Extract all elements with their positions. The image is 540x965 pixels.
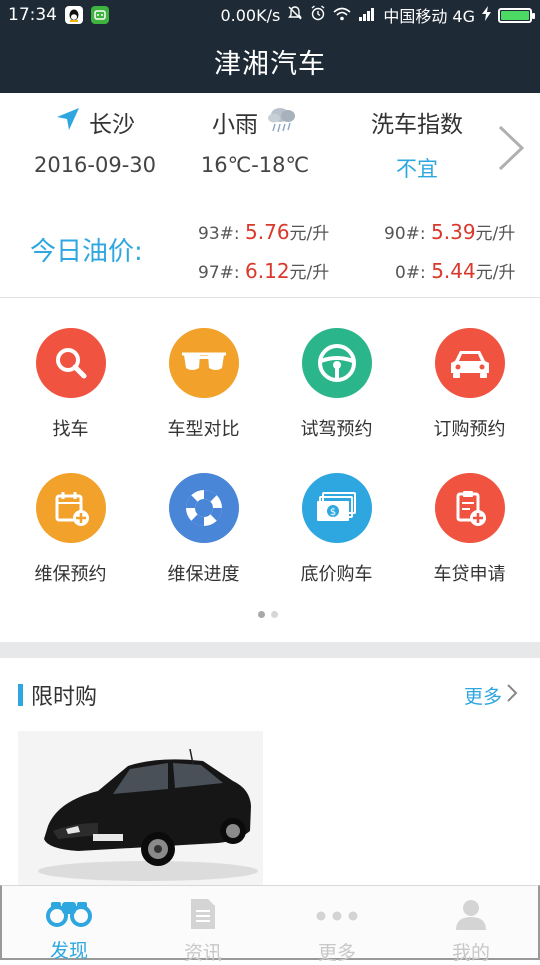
tab-more[interactable]: 更多 [270, 886, 404, 964]
oil-price-value: 6.12 [245, 259, 290, 283]
grid-label: 试驾预约 [300, 419, 373, 440]
tab-discover[interactable]: 发现 [2, 886, 136, 962]
grid-item-maintenance-booking[interactable]: 维保预约 [3, 473, 138, 586]
location-block[interactable]: 长沙 2016-09-30 [20, 107, 170, 177]
grid-label: 订购预约 [433, 419, 506, 440]
grid-item-order[interactable]: 订购预约 [402, 328, 537, 441]
grid-label: 车型对比 [167, 419, 240, 440]
oil-grade: 90#: [384, 224, 426, 244]
binoculars-icon [46, 898, 92, 932]
oil-price-value: 5.44 [431, 259, 476, 283]
feature-grid: 找车 车型对比 试驾预约 订购预约 维保预约 维保进度 $ 底价购车 车贷申请 [0, 298, 540, 642]
glasses-icon [168, 328, 239, 398]
oil-price-0: 0#: 5.44元/升 [395, 258, 515, 283]
oil-unit: 元/升 [475, 224, 516, 244]
flash-sale-car-image[interactable] [18, 731, 263, 886]
tab-label: 发现 [49, 940, 88, 962]
page-title: 津湘汽车 [214, 49, 326, 80]
svg-text:$: $ [329, 507, 335, 518]
more-link[interactable]: 更多 [464, 682, 518, 709]
grid-label: 底价购车 [300, 564, 373, 585]
wechat-notification-icon [91, 6, 109, 24]
grid-item-find-car[interactable]: 找车 [3, 328, 138, 441]
wifi-icon [333, 6, 351, 25]
car-wash-label: 洗车指数 [371, 112, 463, 138]
info-panel: 长沙 2016-09-30 小雨 16℃-18℃ 洗车指数 不宜 今日油价: 9… [0, 93, 540, 298]
more-dots-icon [314, 898, 360, 934]
page-dot-active [258, 611, 265, 618]
oil-grade: 0#: [395, 263, 426, 283]
mute-bell-icon [287, 5, 303, 25]
tab-label: 我的 [451, 942, 490, 964]
signal-icon [358, 6, 376, 25]
oil-grade: 97#: [198, 263, 240, 283]
status-bar: 17:34 0.00K/s 中国移动 4G [0, 0, 540, 30]
section-accent-bar [18, 684, 23, 706]
car-icon [434, 328, 505, 398]
clipboard-add-icon [434, 473, 505, 543]
money-icon: $ [301, 473, 372, 543]
chevron-right-icon[interactable] [496, 123, 526, 173]
car-wash-block: 洗车指数 不宜 [342, 107, 492, 183]
flash-sale-title: 限时购 [31, 685, 98, 710]
steering-wheel-icon [301, 328, 372, 398]
tab-label: 资讯 [183, 942, 222, 964]
grid-item-test-drive[interactable]: 试驾预约 [269, 328, 404, 441]
tab-news[interactable]: 资讯 [136, 886, 270, 964]
charging-icon [482, 5, 491, 25]
oil-price-label: 今日油价: [30, 237, 143, 267]
oil-unit: 元/升 [475, 263, 516, 283]
grid-label: 找车 [52, 419, 89, 440]
section-divider [0, 642, 540, 658]
battery-icon [498, 7, 535, 23]
oil-price-97: 97#: 6.12元/升 [198, 258, 329, 283]
search-icon [35, 328, 106, 398]
flash-sale-header: 限时购 更多 [0, 658, 540, 730]
more-label: 更多 [463, 686, 502, 708]
car-wash-value: 不宜 [396, 157, 438, 181]
user-icon [454, 898, 488, 934]
grid-item-maintenance-progress[interactable]: 维保进度 [136, 473, 271, 586]
carrier-label: 中国移动 4G [383, 7, 475, 26]
grid-label: 车贷申请 [433, 564, 506, 585]
document-icon [188, 898, 218, 934]
temperature-label: 16℃-18℃ [200, 153, 310, 177]
weather-block: 小雨 16℃-18℃ [180, 107, 330, 177]
page-indicator [258, 611, 278, 618]
grid-label: 维保预约 [34, 564, 107, 585]
oil-grade: 93#: [198, 224, 240, 244]
oil-price-93: 93#: 5.76元/升 [198, 219, 329, 244]
page-dot [271, 611, 278, 618]
bottom-tab-bar: 发现 资讯 更多 我的 [0, 885, 540, 964]
oil-unit: 元/升 [289, 263, 330, 283]
app-header: 津湘汽车 [0, 30, 540, 93]
lifebuoy-icon [168, 473, 239, 543]
location-arrow-icon [55, 106, 81, 138]
oil-price-value: 5.39 [431, 220, 476, 244]
rain-cloud-icon [266, 104, 298, 140]
date-label: 2016-09-30 [33, 153, 157, 177]
qq-notification-icon [65, 6, 83, 24]
oil-price-value: 5.76 [245, 220, 290, 244]
grid-item-car-loan[interactable]: 车贷申请 [402, 473, 537, 586]
network-speed: 0.00K/s [220, 5, 281, 25]
oil-price-90: 90#: 5.39元/升 [384, 219, 515, 244]
chevron-right-icon [506, 683, 518, 708]
alarm-clock-icon [310, 5, 326, 25]
calendar-add-icon [35, 473, 106, 543]
tab-label: 更多 [317, 942, 356, 964]
city-label: 长沙 [89, 112, 135, 138]
grid-item-lowest-price[interactable]: $ 底价购车 [269, 473, 404, 586]
tab-mine[interactable]: 我的 [404, 886, 538, 964]
grid-label: 维保进度 [167, 564, 240, 585]
oil-unit: 元/升 [289, 224, 330, 244]
weather-condition: 小雨 [212, 112, 258, 138]
status-time: 17:34 [8, 5, 57, 25]
grid-item-compare[interactable]: 车型对比 [136, 328, 271, 441]
